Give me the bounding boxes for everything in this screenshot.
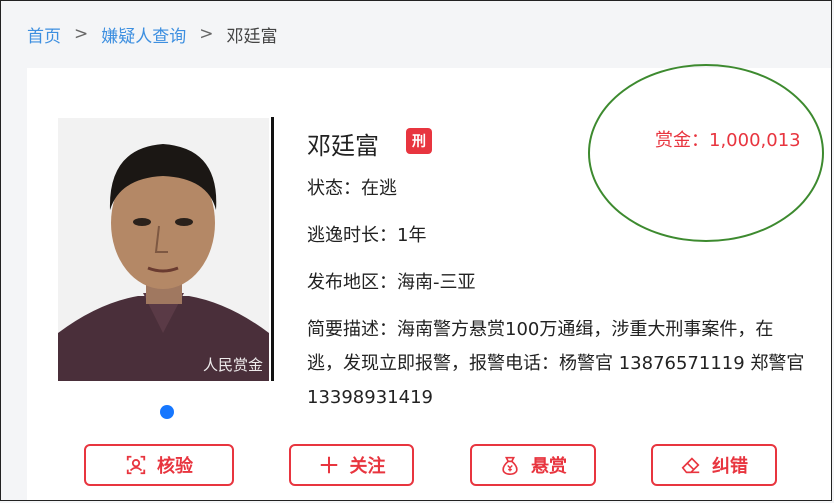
status-field: 状态：在逃 [307,178,397,199]
verify-button[interactable]: 核验 [84,444,234,486]
suspect-portrait-image [58,118,269,381]
breadcrumb-current: 邓廷富 [226,26,278,47]
photo-watermark: 人民赏金 [202,356,263,374]
correct-button[interactable]: 纠错 [651,444,777,486]
breadcrumb: 首页 > 嫌疑人查询 > 邓廷富 [27,22,278,47]
breadcrumb-suspect-query-link[interactable]: 嫌疑人查询 [101,22,186,47]
money-bag-icon [502,456,518,475]
verify-button-label: 核验 [157,456,193,477]
eraser-icon [681,457,700,474]
suspect-name: 邓廷富 [307,132,379,160]
breadcrumb-separator: > [199,24,214,44]
breadcrumb-separator: > [74,24,89,44]
bounty-button-label: 悬赏 [531,456,567,477]
correct-button-label: 纠错 [712,456,748,477]
plus-icon [320,456,337,474]
criminal-badge: 刑 [406,128,432,154]
follow-button[interactable]: 关注 [289,444,414,486]
carousel-dot[interactable] [160,405,174,419]
verify-icon [126,455,146,475]
bounty-button[interactable]: 悬赏 [470,444,596,486]
reward-highlight-oval [588,64,824,242]
description-field: 简要描述：海南警方悬赏100万通缉，涉重大刑事案件，在逃，发现立即报警，报警电话… [307,319,805,408]
suspect-photo[interactable]: 人民赏金 [58,118,269,381]
escape-duration-field: 逃逸时长：1年 [307,225,427,246]
region-field: 发布地区：海南-三亚 [307,272,476,293]
follow-button-label: 关注 [349,456,386,477]
breadcrumb-home-link[interactable]: 首页 [27,22,61,47]
photo-divider [271,117,274,381]
